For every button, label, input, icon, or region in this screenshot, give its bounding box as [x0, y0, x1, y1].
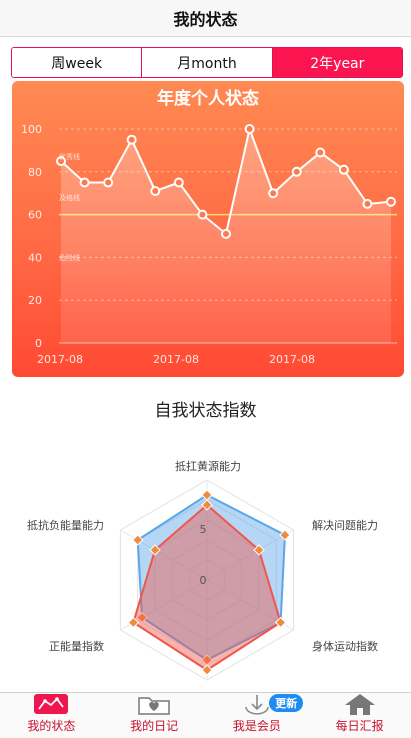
data-point[interactable] — [268, 188, 279, 199]
home-icon — [342, 693, 378, 715]
data-point[interactable] — [126, 134, 137, 145]
radar-inner-label: 5 — [200, 523, 207, 536]
data-point[interactable] — [221, 228, 231, 239]
tabbar-item-my-diary[interactable]: 我的日记 — [103, 693, 206, 738]
x-tick-label: 2017-08 — [153, 353, 199, 366]
data-point[interactable] — [79, 177, 90, 188]
level-annotation: 优秀线 — [59, 152, 80, 161]
tab-month[interactable]: 月month — [141, 48, 272, 77]
radar-center-label: 0 — [200, 574, 207, 587]
tab-week[interactable]: 周week — [12, 48, 142, 77]
y-tick-label: 100 — [21, 123, 42, 136]
annual-status-line-chart: 年度个人状态 0 20 40 60 80 100 2017-08 2017-08 2017-0… — [21, 88, 397, 366]
y-tick-label: 0 — [35, 337, 42, 350]
data-point[interactable] — [244, 124, 255, 134]
data-point[interactable] — [197, 209, 208, 220]
annual-status-chart-card: 年度个人状态 0 20 40 60 80 100 2017-08 2017-08 2017-0… — [12, 81, 404, 377]
radar-indicator-label: 抵扛黄源能力 — [175, 459, 241, 473]
y-tick-label: 60 — [28, 209, 42, 222]
data-point[interactable] — [386, 196, 396, 207]
radar-indicator-label: 抵抗负能量能力 — [27, 518, 104, 532]
tabbar-label: 我的状态 — [27, 719, 76, 733]
radar-title: 自我状态指数 — [154, 401, 257, 421]
radar-indicator-label: 正能量指数 — [49, 639, 104, 653]
y-tick-label: 40 — [28, 251, 42, 264]
tabbar-item-daily-report[interactable]: 每日汇报 — [308, 693, 411, 738]
tabbar-item-my-status[interactable]: 我的状态 — [0, 693, 103, 738]
tabbar-item-member[interactable]: 更新 我是会员 — [206, 693, 309, 738]
x-tick-label: 2017-08 — [269, 353, 315, 366]
tabbar-label: 每日汇报 — [335, 719, 384, 733]
chart-title: 年度个人状态 — [157, 88, 259, 109]
data-point[interactable] — [291, 166, 302, 177]
x-tick-label: 2017-08 — [37, 353, 83, 366]
diary-heart-icon — [136, 693, 172, 715]
status-chart-icon — [33, 693, 69, 715]
tabbar-label: 我的日记 — [130, 719, 179, 733]
data-point[interactable] — [338, 164, 349, 175]
page-title: 我的状态 — [173, 10, 238, 29]
data-point[interactable] — [362, 198, 373, 209]
data-point[interactable] — [103, 177, 114, 188]
period-tabs: 周week 月month 2年year — [11, 47, 403, 78]
tab-year[interactable]: 2年year — [271, 48, 402, 77]
data-point[interactable] — [173, 177, 184, 188]
level-annotation: 危险线 — [59, 253, 80, 262]
data-point[interactable] — [150, 186, 161, 197]
self-status-radar-chart: 0 5 抵扛黄源能力解决问题能力身体运动指数 正能量指数 抵抗负能量能力 — [27, 459, 378, 681]
top-bar: 我的状态 — [0, 0, 411, 37]
tabbar-label: 我是会员 — [232, 719, 281, 733]
y-tick-label: 20 — [28, 294, 42, 307]
level-annotation: 及格线 — [59, 193, 80, 202]
update-badge: 更新 — [269, 694, 304, 712]
data-point[interactable] — [315, 147, 326, 158]
y-tick-label: 80 — [28, 166, 42, 179]
bottom-tab-bar: 我的状态 我的日记 更新 我是会员 每日汇报 — [0, 692, 411, 738]
radar-indicator-label: 身体运动指数 — [312, 639, 378, 653]
radar-indicator-label: 解决问题能力 — [312, 518, 378, 532]
